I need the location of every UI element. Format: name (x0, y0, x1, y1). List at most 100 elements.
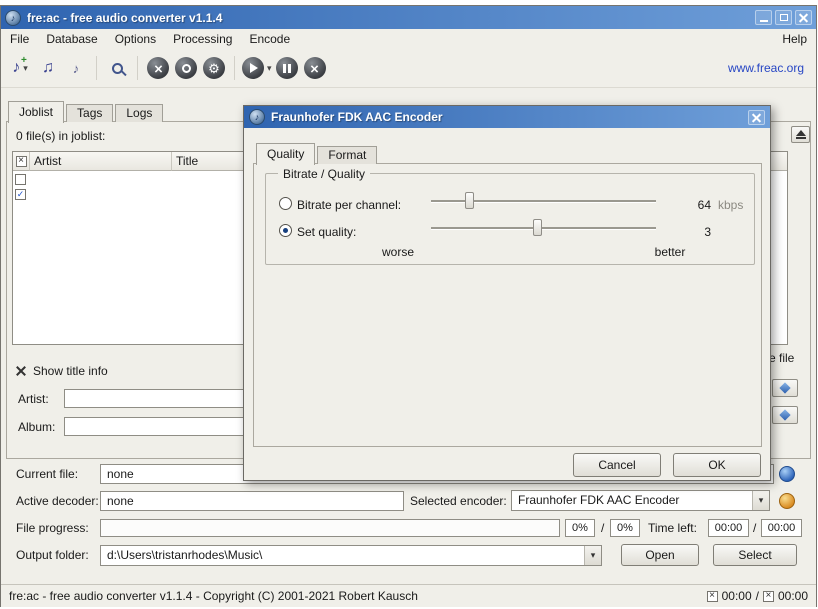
status-ball-icon[interactable] (779, 493, 795, 509)
dialog-titlebar[interactable]: ♪ Fraunhofer FDK AAC Encoder (244, 106, 770, 128)
main-tabs: Joblist Tags Logs (8, 100, 165, 122)
worse-label: worse (368, 245, 428, 259)
play-triangle-icon (250, 63, 258, 73)
progress-percent-left: 0% (565, 519, 595, 537)
file-progress-label: File progress: (16, 521, 89, 535)
title-field-side-button[interactable] (772, 379, 798, 397)
settings-button[interactable]: ⚙ (201, 53, 227, 83)
gear-glyph: ⚙ (208, 62, 220, 75)
album-label: Album: (18, 420, 55, 434)
add-files-button[interactable]: ♪ + ▾ (7, 53, 33, 83)
bitrate-radio[interactable] (279, 197, 292, 210)
add-cd-tracks-button[interactable]: ♫ (35, 53, 61, 83)
joblist-count-label: 0 file(s) in joblist: (16, 129, 105, 143)
show-title-info-toggle[interactable]: Show title info (16, 364, 108, 378)
artist-label: Artist: (18, 392, 49, 406)
file-progress-bar (100, 519, 560, 537)
cancel-button[interactable]: Cancel (573, 453, 661, 477)
dialog-tabs: Quality Format (256, 143, 379, 164)
quality-radio[interactable] (279, 224, 292, 237)
row-checkbox-checked[interactable] (15, 189, 26, 200)
column-artist[interactable]: Artist (30, 152, 172, 171)
eject-button[interactable] (791, 126, 810, 143)
statusbar: fre:ac - free audio converter v1.1.4 - C… (1, 584, 816, 607)
row-checkbox-unchecked[interactable] (15, 174, 26, 185)
stop-encoding-button[interactable] (302, 53, 328, 83)
dialog-title: Fraunhofer FDK AAC Encoder (271, 110, 443, 124)
tab-tags[interactable]: Tags (66, 104, 113, 122)
maximize-button[interactable] (775, 10, 792, 25)
eject-icon-bar (796, 137, 806, 139)
cddb-cancel-button[interactable] (145, 53, 171, 83)
titlebar[interactable]: ♪ fre:ac - free audio converter v1.1.4 (1, 6, 816, 29)
open-button[interactable]: Open (621, 544, 699, 566)
toolbar-separator (137, 56, 138, 80)
website-link[interactable]: www.freac.org (728, 61, 810, 75)
menu-file[interactable]: File (10, 32, 29, 46)
slider-thumb[interactable] (533, 219, 542, 236)
info-ball-icon[interactable] (779, 466, 795, 482)
time-separator: / (753, 521, 756, 535)
dialog-tab-quality[interactable]: Quality (256, 143, 315, 165)
statusbar-text: fre:ac - free audio converter v1.1.4 - C… (9, 589, 707, 603)
maximize-icon (780, 14, 788, 21)
select-all-checkbox[interactable] (13, 152, 30, 171)
bitrate-label[interactable]: Bitrate per channel: (297, 198, 401, 212)
menu-help[interactable]: Help (782, 32, 807, 46)
menu-encode[interactable]: Encode (249, 32, 290, 46)
encoder-dialog: ♪ Fraunhofer FDK AAC Encoder Quality For… (243, 105, 771, 481)
chevron-down-icon: ▾ (591, 550, 596, 561)
close-button[interactable] (795, 10, 812, 25)
progress-left-value: 0% (572, 522, 588, 534)
pause-bars-icon (283, 64, 291, 73)
slider-thumb[interactable] (465, 192, 474, 209)
menu-options[interactable]: Options (115, 32, 156, 46)
tab-joblist[interactable]: Joblist (8, 101, 64, 123)
bitrate-slider[interactable] (431, 192, 656, 210)
remove-entry-button[interactable]: ♪ (63, 53, 89, 83)
tab-logs[interactable]: Logs (115, 104, 163, 122)
slider-track (431, 227, 656, 229)
clipped-file-label: e file (769, 351, 794, 365)
add-file-icon: ♪ (12, 60, 20, 76)
cddb-submit-button[interactable] (173, 53, 199, 83)
ok-button[interactable]: OK (673, 453, 761, 477)
dialog-tab-format[interactable]: Format (317, 146, 377, 164)
time-b-icon[interactable] (763, 591, 774, 602)
edit-icon (779, 382, 790, 393)
window-title: fre:ac - free audio converter v1.1.4 (27, 11, 222, 25)
start-dropdown-arrow-icon[interactable]: ▾ (267, 63, 272, 74)
pause-icon (276, 57, 298, 79)
dropdown-button[interactable]: ▾ (752, 491, 769, 510)
globe-icon (175, 57, 197, 79)
gear-icon: ⚙ (203, 57, 225, 79)
select-button[interactable]: Select (713, 544, 797, 566)
quality-slider[interactable] (431, 219, 656, 237)
selected-encoder-dropdown[interactable]: Fraunhofer FDK AAC Encoder ▾ (511, 490, 770, 511)
output-folder-dropdown[interactable]: d:\Users\tristanrhodes\Music\ ▾ (100, 545, 602, 566)
statusbar-time-b: 00:00 (778, 589, 808, 603)
active-decoder-label: Active decoder: (16, 494, 99, 508)
statusbar-times: 00:00 / 00:00 (707, 589, 808, 603)
toolbar: ♪ + ▾ ♫ ♪ ⚙ ▾ (1, 49, 816, 88)
menu-processing[interactable]: Processing (173, 32, 232, 46)
dialog-close-button[interactable] (748, 110, 765, 125)
magnifier-icon (112, 63, 123, 74)
start-encoding-button[interactable]: ▾ (242, 53, 272, 83)
pause-encoding-button[interactable] (274, 53, 300, 83)
quality-label[interactable]: Set quality: (297, 225, 356, 239)
selected-encoder-value: Fraunhofer FDK AAC Encoder (512, 491, 752, 510)
time-left-value: 00:00 (715, 522, 743, 534)
close-icon (752, 113, 761, 122)
caption-buttons (755, 10, 812, 25)
plus-icon: + (21, 55, 27, 66)
genre-field-side-button[interactable] (772, 406, 798, 424)
menu-database[interactable]: Database (46, 32, 97, 46)
cddb-query-button[interactable] (104, 53, 130, 83)
minimize-button[interactable] (755, 10, 772, 25)
dropdown-button[interactable]: ▾ (584, 546, 601, 565)
bitrate-unit: kbps (718, 198, 743, 212)
chevron-down-icon: ▾ (759, 495, 764, 506)
time-a-icon[interactable] (707, 591, 718, 602)
statusbar-separator: / (756, 589, 759, 603)
